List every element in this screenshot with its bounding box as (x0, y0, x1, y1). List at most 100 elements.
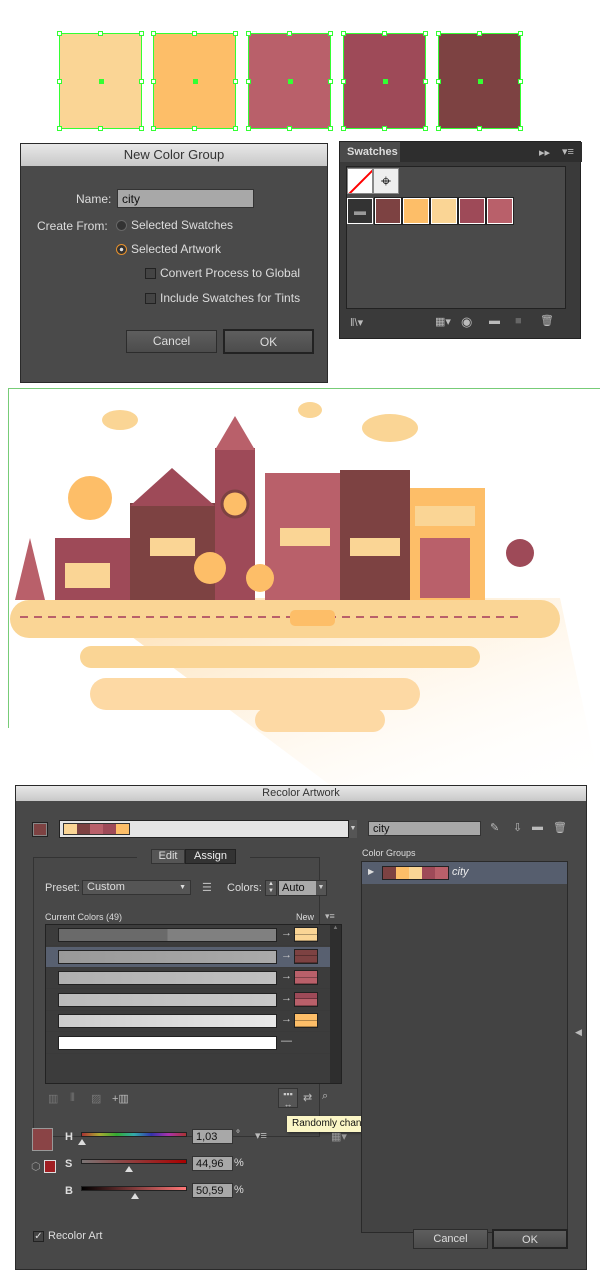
preset-options-icon[interactable]: ☰ (202, 881, 212, 894)
color-row[interactable]: — (46, 1033, 330, 1054)
swatch[interactable] (374, 197, 402, 225)
selection-handle[interactable] (518, 31, 523, 36)
selection-handle[interactable] (423, 126, 428, 131)
selection-handle[interactable] (139, 126, 144, 131)
saturation-slider[interactable] (81, 1159, 187, 1172)
selection-handle[interactable] (518, 126, 523, 131)
selection-handle[interactable] (287, 31, 292, 36)
swatch-options-icon[interactable]: ◉ (461, 314, 472, 330)
ok-button[interactable]: OK (223, 329, 314, 354)
current-color-bar[interactable] (58, 992, 277, 1007)
find-color-icon[interactable]: ⌕ (322, 1090, 328, 1103)
trash-icon[interactable]: 🗑 (540, 314, 554, 327)
s-value-input[interactable]: 44,96 (192, 1156, 233, 1171)
selection-handle[interactable] (151, 79, 156, 84)
selection-handle[interactable] (151, 126, 156, 131)
selection-handle[interactable] (57, 31, 62, 36)
list-scrollbar[interactable]: ▲ (330, 925, 341, 1083)
selection-handle[interactable] (246, 126, 251, 131)
folder-icon[interactable]: ▬ (347, 198, 373, 224)
limit-library-icon[interactable]: ▦▾ (331, 1130, 347, 1143)
color-group-dropdown[interactable] (59, 820, 349, 838)
arrow-icon[interactable]: → (281, 992, 292, 1004)
scrollbar[interactable] (566, 166, 578, 309)
color-row[interactable]: → (46, 925, 330, 946)
random-saturation-icon[interactable]: ⇄ (303, 1091, 312, 1104)
artboard-swatch[interactable] (436, 31, 523, 131)
library-icon[interactable]: ‖\▾ (350, 316, 363, 329)
color-row[interactable]: → (46, 946, 330, 968)
swatch[interactable] (402, 197, 430, 225)
swatch[interactable] (486, 197, 514, 225)
current-color-swatch[interactable] (32, 1128, 53, 1151)
tab-assign[interactable]: Assign (185, 849, 236, 864)
selection-handle[interactable] (287, 126, 292, 131)
dropdown-arrow-icon[interactable]: ▼ (349, 820, 357, 838)
selection-handle[interactable] (382, 31, 387, 36)
selection-handle[interactable] (328, 31, 333, 36)
panel-menu-icon[interactable]: ▾≡ (562, 145, 574, 158)
delete-group-icon[interactable]: 🗑 (553, 821, 567, 834)
none-swatch[interactable] (347, 168, 373, 194)
current-color-bar[interactable] (58, 949, 277, 964)
radio-selected-swatches[interactable]: Selected Swatches (116, 218, 233, 232)
selection-handle[interactable] (246, 31, 251, 36)
selection-handle[interactable] (341, 126, 346, 131)
save-group-icon[interactable]: ⇩ (513, 821, 522, 834)
selection-handle[interactable] (382, 126, 387, 131)
arrow-icon[interactable]: → (281, 949, 292, 961)
ok-button[interactable]: OK (492, 1229, 568, 1249)
slider-thumb[interactable] (130, 1193, 139, 1199)
tab-edit[interactable]: Edit (151, 849, 185, 864)
group-name-input[interactable] (368, 821, 481, 836)
registration-swatch-icon[interactable]: ⌖ (373, 168, 399, 194)
collapse-groups-icon[interactable]: ◀ (575, 1027, 582, 1038)
selection-handle[interactable] (139, 31, 144, 36)
colors-stepper[interactable]: ▲ ▼ (265, 880, 277, 896)
new-group-icon[interactable]: ▬ (532, 821, 543, 833)
color-row[interactable]: → (46, 990, 330, 1011)
selection-handle[interactable] (139, 79, 144, 84)
brightness-slider[interactable] (81, 1186, 187, 1199)
current-color-bar[interactable] (58, 1014, 277, 1028)
slider-thumb[interactable] (124, 1166, 133, 1172)
current-color-bar[interactable] (58, 1035, 277, 1050)
new-swatch-icon[interactable]: ■ (515, 315, 522, 327)
random-order-button[interactable]: ▪▪▪ ↔ (278, 1088, 298, 1109)
arrow-icon[interactable]: → (281, 1013, 292, 1025)
cancel-button[interactable]: Cancel (126, 330, 217, 353)
colors-select[interactable]: Auto ▼ (278, 880, 327, 896)
no-assignment-icon[interactable]: — (281, 1035, 292, 1047)
hue-slider[interactable] (78, 1132, 187, 1145)
selection-handle[interactable] (436, 126, 441, 131)
selection-handle[interactable] (233, 126, 238, 131)
tab-swatches[interactable]: Swatches (340, 142, 400, 162)
recolor-art-checkbox[interactable]: ✓ Recolor Art (33, 1230, 102, 1242)
swatch[interactable] (458, 197, 486, 225)
selection-handle[interactable] (341, 79, 346, 84)
selection-handle[interactable] (192, 31, 197, 36)
selection-handle[interactable] (246, 79, 251, 84)
selection-handle[interactable] (436, 31, 441, 36)
selection-handle[interactable] (477, 31, 482, 36)
artboard-swatch[interactable] (246, 31, 333, 131)
color-row[interactable]: → (46, 1011, 330, 1032)
selection-handle[interactable] (341, 31, 346, 36)
selection-handle[interactable] (192, 126, 197, 131)
selection-handle[interactable] (57, 126, 62, 131)
selection-handle[interactable] (233, 31, 238, 36)
merge-colors-icon[interactable]: ▥ (48, 1092, 58, 1105)
name-input[interactable] (117, 189, 254, 208)
checkbox-convert-process[interactable]: Convert Process to Global (145, 266, 300, 280)
arrow-icon[interactable]: → (281, 927, 292, 939)
expand-triangle-icon[interactable]: ▶ (368, 867, 374, 876)
color-row[interactable]: → (46, 968, 330, 989)
selection-handle[interactable] (98, 31, 103, 36)
gamut-warning-swatch[interactable] (44, 1160, 56, 1173)
new-color-swatch[interactable] (294, 991, 318, 1007)
show-kinds-icon[interactable]: ▦▾ (435, 315, 451, 328)
collapse-icon[interactable]: ▸▸ (539, 146, 550, 159)
exclude-colors-icon[interactable]: ▨ (91, 1092, 101, 1105)
color-mode-menu-icon[interactable]: ▾≡ (255, 1129, 267, 1142)
new-row-icon[interactable]: +▥ (112, 1092, 129, 1105)
